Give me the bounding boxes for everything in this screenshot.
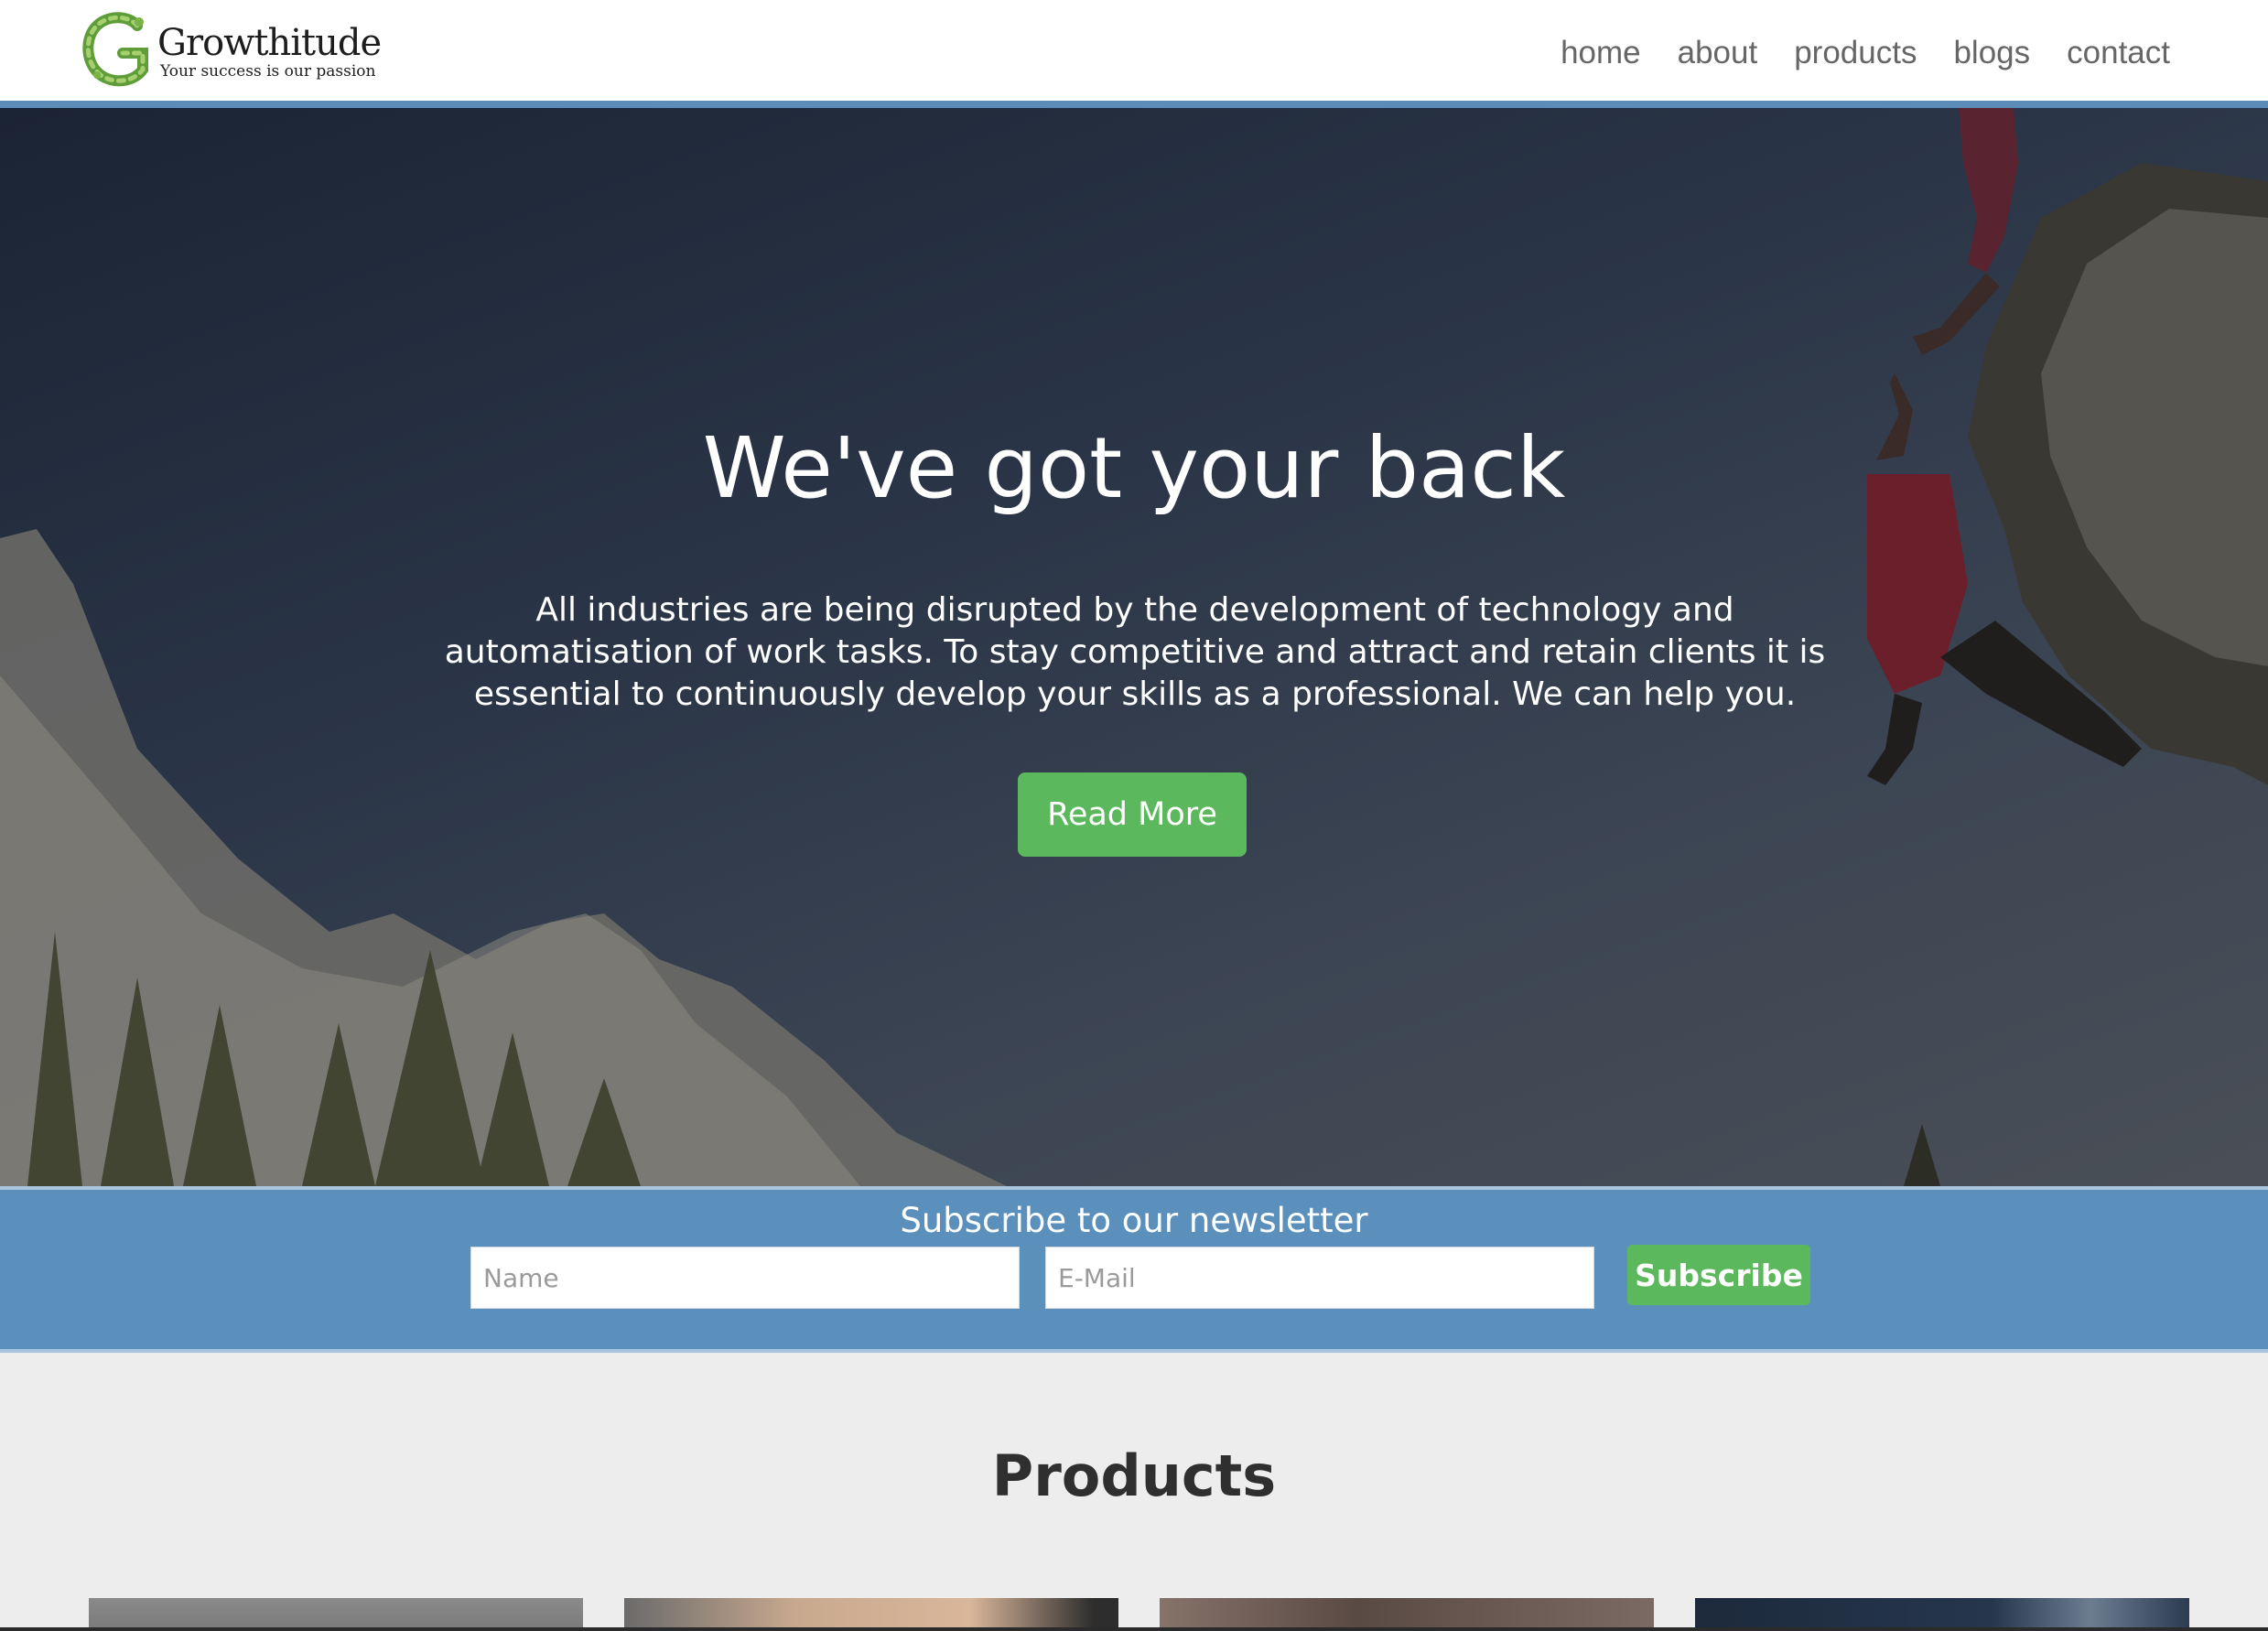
read-more-button[interactable]: Read More (1018, 772, 1247, 857)
subscribe-button[interactable]: Subscribe (1627, 1245, 1810, 1305)
newsletter-section: Subscribe to our newsletter Subscribe (0, 1186, 2268, 1353)
product-card-2-image[interactable] (624, 1598, 1118, 1631)
main-nav: home about products blogs contact (1561, 33, 2170, 73)
logo-tagline: Your success is our passion (160, 62, 376, 81)
newsletter-name-input[interactable] (470, 1247, 1020, 1309)
hero-description: All industries are being disrupted by th… (444, 591, 1826, 713)
hero-title: We've got your back (702, 419, 1566, 517)
nav-contact[interactable]: contact (2067, 33, 2170, 73)
newsletter-email-input[interactable] (1045, 1247, 1594, 1309)
window-bottom-edge (0, 1627, 2268, 1631)
nav-blogs[interactable]: blogs (1953, 33, 2030, 73)
products-heading: Products (991, 1442, 1277, 1509)
hero-section: We've got your back All industries are b… (0, 108, 2268, 1186)
product-card-4-image[interactable] (1695, 1598, 2189, 1631)
logo-leaf-g-icon (82, 12, 148, 87)
nav-home[interactable]: home (1561, 33, 1641, 73)
header-divider (0, 101, 2268, 108)
nav-about[interactable]: about (1678, 33, 1758, 73)
newsletter-title: Subscribe to our newsletter (900, 1201, 1368, 1240)
logo[interactable]: Growthitude Your success is our passion (79, 9, 382, 88)
logo-name: Growthitude (157, 22, 382, 64)
product-card-3-image[interactable] (1160, 1598, 1654, 1631)
site-header: Growthitude Your success is our passion … (0, 0, 2268, 101)
product-card-1-image[interactable] (89, 1598, 583, 1631)
nav-products[interactable]: products (1794, 33, 1917, 73)
